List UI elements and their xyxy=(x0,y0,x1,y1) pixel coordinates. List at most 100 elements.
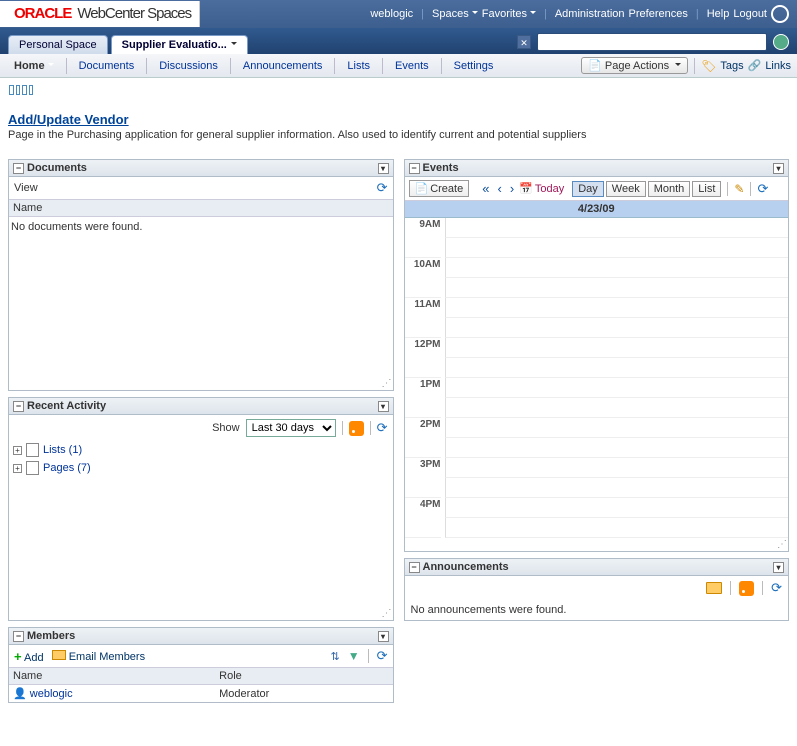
tags-link[interactable]: Tags xyxy=(720,60,743,72)
nav-discussions[interactable]: Discussions xyxy=(151,58,226,74)
link-icon[interactable]: 🔗 xyxy=(748,59,762,72)
announcements-empty: No announcements were found. xyxy=(405,600,789,620)
hour-label: 12PM xyxy=(405,338,441,378)
refresh-icon[interactable]: ⟳ xyxy=(771,580,782,596)
view-day[interactable]: Day xyxy=(572,181,604,197)
calendar-grid: 9AM10AM11AM12PM1PM2PM3PM4PM xyxy=(405,218,789,538)
table-row[interactable]: 👤 weblogic Moderator xyxy=(9,685,393,703)
nav-settings[interactable]: Settings xyxy=(446,58,502,74)
calendar-cell[interactable] xyxy=(445,258,789,278)
space-tabs: Personal Space Supplier Evaluatio... ✕ xyxy=(0,28,797,54)
view-menu[interactable]: View xyxy=(14,182,47,194)
hour-label: 1PM xyxy=(405,378,441,418)
panel-menu-icon[interactable]: ▾ xyxy=(378,631,389,642)
hour-label: 4PM xyxy=(405,498,441,538)
tab-supplier-evaluation[interactable]: Supplier Evaluatio... xyxy=(111,35,248,54)
nav-home[interactable]: Home xyxy=(6,58,62,74)
resize-handle[interactable]: ⋰ xyxy=(9,377,393,390)
next-icon[interactable]: › xyxy=(507,181,517,196)
nav-lists[interactable]: Lists xyxy=(339,58,378,74)
panel-title: Events xyxy=(423,162,459,174)
separator xyxy=(694,58,695,74)
create-event-button[interactable]: 📄 Create xyxy=(409,180,470,197)
collapse-icon[interactable]: − xyxy=(409,163,420,174)
calendar-cell[interactable] xyxy=(445,298,789,318)
collapse-icon[interactable]: − xyxy=(13,163,24,174)
nav-announcements[interactable]: Announcements xyxy=(235,58,331,74)
calendar-cell[interactable] xyxy=(445,378,789,398)
calendar-cell[interactable] xyxy=(445,238,789,258)
tag-icon[interactable]: 🏷 xyxy=(701,59,716,73)
resize-handle[interactable]: ⋰ xyxy=(9,607,393,620)
view-month[interactable]: Month xyxy=(648,181,691,197)
calendar-cell[interactable] xyxy=(445,358,789,378)
panel-title: Announcements xyxy=(423,561,509,573)
separator xyxy=(368,649,369,663)
separator xyxy=(750,182,751,196)
sort-icon[interactable]: ⇅ xyxy=(330,650,339,663)
refresh-icon[interactable]: ⟳ xyxy=(377,180,388,196)
tree-item-pages[interactable]: + Pages (7) xyxy=(9,459,393,477)
favorites-menu[interactable]: Favorites xyxy=(482,8,536,20)
tab-personal-space[interactable]: Personal Space xyxy=(8,35,108,54)
page-title[interactable]: Add/Update Vendor xyxy=(8,112,789,127)
collapse-icon[interactable]: − xyxy=(13,631,24,642)
prev-fast-icon[interactable]: « xyxy=(479,181,492,196)
calendar-cell[interactable] xyxy=(445,338,789,358)
today-link[interactable]: Today xyxy=(535,183,564,195)
calendar-cell[interactable] xyxy=(445,418,789,438)
calendar-cell[interactable] xyxy=(445,458,789,478)
page-description: Page in the Purchasing application for g… xyxy=(8,129,789,141)
header-links: weblogic | Spaces Favorites | Administra… xyxy=(370,5,797,23)
collapse-icon[interactable]: − xyxy=(13,401,24,412)
calendar-cell[interactable] xyxy=(445,518,789,538)
calendar-cell[interactable] xyxy=(445,398,789,418)
nav-documents[interactable]: Documents xyxy=(71,58,143,74)
globe-icon[interactable] xyxy=(771,5,789,23)
calendar-cell[interactable] xyxy=(445,318,789,338)
add-member-button[interactable]: + Add xyxy=(14,649,44,664)
calendar-cell[interactable] xyxy=(445,438,789,458)
filter-icon[interactable]: ▼ xyxy=(348,649,360,663)
calendar-cell[interactable] xyxy=(445,218,789,238)
expand-icon[interactable]: + xyxy=(13,446,22,455)
edit-icon[interactable]: ✎ xyxy=(734,182,744,196)
rss-icon[interactable] xyxy=(739,581,754,596)
prev-icon[interactable]: ‹ xyxy=(494,181,504,196)
resize-handle[interactable]: ⋰ xyxy=(405,538,789,551)
links-link[interactable]: Links xyxy=(765,60,791,72)
expand-icon[interactable]: + xyxy=(13,464,22,473)
search-button[interactable] xyxy=(773,34,789,50)
calendar-date: 4/23/09 xyxy=(405,201,789,218)
refresh-icon[interactable]: ⟳ xyxy=(377,420,388,436)
panel-menu-icon[interactable]: ▾ xyxy=(378,401,389,412)
view-list[interactable]: List xyxy=(692,181,721,197)
search-input[interactable] xyxy=(537,33,767,51)
user-link[interactable]: weblogic xyxy=(370,8,413,20)
refresh-icon[interactable]: ⟳ xyxy=(377,648,388,664)
email-members-button[interactable]: Email Members xyxy=(52,650,145,663)
panel-menu-icon[interactable]: ▾ xyxy=(378,163,389,174)
panel-menu-icon[interactable]: ▾ xyxy=(773,562,784,573)
nav-events[interactable]: Events xyxy=(387,58,437,74)
calendar-cell[interactable] xyxy=(445,478,789,498)
page-actions-button[interactable]: 📄 Page Actions xyxy=(581,57,688,74)
logout-link[interactable]: Logout xyxy=(733,8,767,20)
prefs-link[interactable]: Preferences xyxy=(629,8,688,20)
admin-link[interactable]: Administration xyxy=(555,8,625,20)
tree-item-lists[interactable]: + Lists (1) xyxy=(9,441,393,459)
range-select[interactable]: Last 30 days xyxy=(246,419,336,437)
calendar-picker-icon[interactable]: 📅 xyxy=(519,182,533,195)
hour-label: 11AM xyxy=(405,298,441,338)
refresh-icon[interactable]: ⟳ xyxy=(757,181,768,197)
spaces-menu[interactable]: Spaces xyxy=(432,8,478,20)
panel-menu-icon[interactable]: ▾ xyxy=(773,163,784,174)
collapse-icon[interactable]: − xyxy=(409,562,420,573)
help-link[interactable]: Help xyxy=(707,8,730,20)
close-icon[interactable]: ✕ xyxy=(517,35,531,49)
calendar-cell[interactable] xyxy=(445,498,789,518)
calendar-cell[interactable] xyxy=(445,278,789,298)
folder-icon[interactable] xyxy=(706,582,722,594)
rss-icon[interactable] xyxy=(349,421,364,436)
view-week[interactable]: Week xyxy=(606,181,646,197)
